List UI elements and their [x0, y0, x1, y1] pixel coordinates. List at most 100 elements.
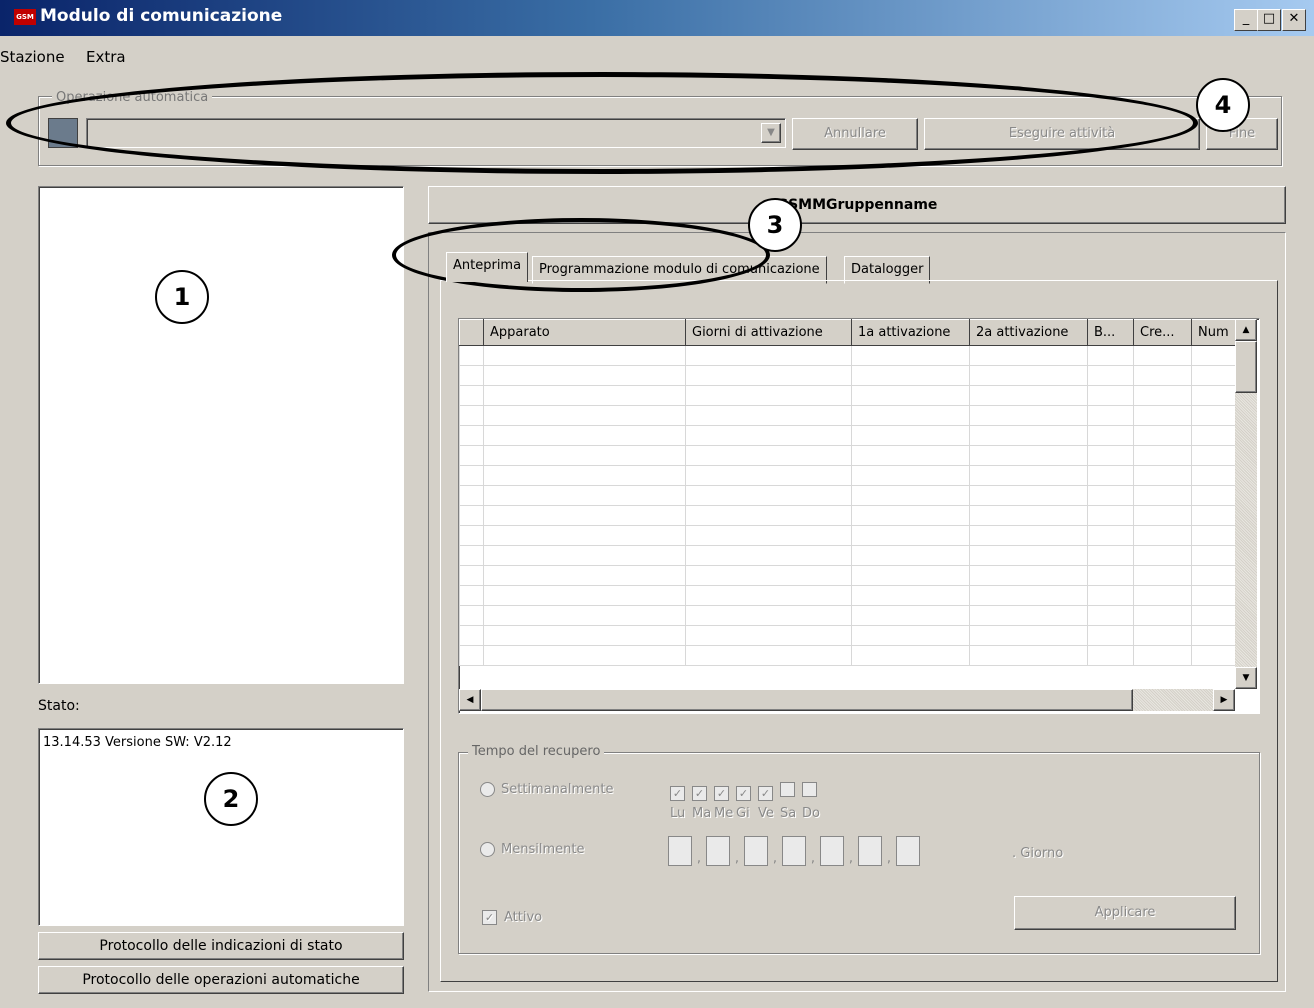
hscroll-thumb[interactable] [481, 689, 1133, 711]
table-row[interactable] [459, 505, 1235, 526]
day-checkbox-gi[interactable]: ✓ [736, 786, 751, 801]
close-button[interactable]: ✕ [1282, 9, 1306, 31]
scroll-thumb[interactable] [1235, 341, 1257, 393]
table-cell[interactable] [483, 565, 686, 586]
table-cell[interactable] [1133, 625, 1192, 646]
table-cell[interactable] [1087, 565, 1134, 586]
table-cell[interactable] [685, 365, 852, 386]
table-cell[interactable] [1191, 525, 1235, 546]
table-cell[interactable] [969, 565, 1088, 586]
table-cell[interactable] [851, 425, 970, 446]
day-checkbox-sa[interactable] [780, 782, 795, 797]
table-cell[interactable] [1133, 445, 1192, 466]
table-cell[interactable] [1133, 645, 1192, 666]
table-cell[interactable] [1087, 385, 1134, 406]
table-cell[interactable] [685, 405, 852, 426]
table-cell[interactable] [969, 445, 1088, 466]
table-cell[interactable] [1191, 345, 1235, 366]
column-header[interactable]: B... [1087, 319, 1134, 346]
day-checkbox-do[interactable] [802, 782, 817, 797]
table-cell[interactable] [969, 525, 1088, 546]
table-cell[interactable] [969, 485, 1088, 506]
table-cell[interactable] [483, 345, 686, 366]
table-cell[interactable] [1087, 445, 1134, 466]
table-cell[interactable] [1087, 465, 1134, 486]
table-cell[interactable] [685, 525, 852, 546]
station-list[interactable] [38, 186, 404, 684]
vertical-scrollbar[interactable]: ▲ ▼ [1235, 319, 1257, 689]
table-cell[interactable] [1191, 545, 1235, 566]
month-day-input[interactable] [706, 836, 730, 866]
table-cell[interactable] [459, 525, 484, 546]
table-cell[interactable] [1191, 425, 1235, 446]
table-cell[interactable] [459, 445, 484, 466]
task-dropdown[interactable]: ▼ [86, 118, 786, 148]
table-cell[interactable] [483, 585, 686, 606]
table-row[interactable] [459, 385, 1235, 406]
table-cell[interactable] [969, 465, 1088, 486]
scroll-up-icon[interactable]: ▲ [1235, 319, 1257, 341]
table-row[interactable] [459, 645, 1235, 666]
weekly-radio[interactable]: Settimanalmente [480, 782, 614, 797]
table-cell[interactable] [483, 405, 686, 426]
table-cell[interactable] [1133, 365, 1192, 386]
table-cell[interactable] [459, 545, 484, 566]
menu-extra[interactable]: Extra [86, 44, 126, 70]
table-cell[interactable] [1133, 405, 1192, 426]
table-cell[interactable] [1133, 585, 1192, 606]
table-cell[interactable] [1191, 505, 1235, 526]
table-cell[interactable] [483, 385, 686, 406]
table-cell[interactable] [1133, 485, 1192, 506]
table-cell[interactable] [459, 625, 484, 646]
table-row[interactable] [459, 545, 1235, 566]
table-cell[interactable] [1133, 605, 1192, 626]
table-cell[interactable] [851, 405, 970, 426]
table-cell[interactable] [969, 405, 1088, 426]
table-row[interactable] [459, 445, 1235, 466]
table-cell[interactable] [1133, 505, 1192, 526]
table-cell[interactable] [459, 645, 484, 666]
table-row[interactable] [459, 425, 1235, 446]
table-cell[interactable] [969, 385, 1088, 406]
table-cell[interactable] [1191, 485, 1235, 506]
scroll-left-icon[interactable]: ◀ [459, 689, 481, 711]
column-header[interactable]: 2a attivazione [969, 319, 1088, 346]
column-header[interactable]: Num [1191, 319, 1235, 346]
column-header[interactable] [459, 319, 484, 346]
table-cell[interactable] [851, 485, 970, 506]
table-cell[interactable] [851, 505, 970, 526]
preview-grid[interactable]: Apparato Giorni di attivazione 1a attivazi… [458, 318, 1260, 714]
table-cell[interactable] [685, 605, 852, 626]
table-cell[interactable] [685, 585, 852, 606]
table-cell[interactable] [969, 365, 1088, 386]
table-cell[interactable] [1087, 485, 1134, 506]
table-cell[interactable] [1191, 365, 1235, 386]
table-cell[interactable] [1087, 605, 1134, 626]
table-row[interactable] [459, 565, 1235, 586]
table-cell[interactable] [1191, 645, 1235, 666]
table-cell[interactable] [459, 345, 484, 366]
table-row[interactable] [459, 525, 1235, 546]
table-cell[interactable] [1191, 605, 1235, 626]
table-cell[interactable] [685, 625, 852, 646]
table-cell[interactable] [851, 605, 970, 626]
table-cell[interactable] [851, 565, 970, 586]
table-cell[interactable] [685, 545, 852, 566]
table-cell[interactable] [969, 345, 1088, 366]
table-cell[interactable] [459, 425, 484, 446]
month-day-input[interactable] [858, 836, 882, 866]
day-checkbox-me[interactable]: ✓ [714, 786, 729, 801]
table-cell[interactable] [1191, 445, 1235, 466]
table-cell[interactable] [1087, 525, 1134, 546]
column-header[interactable]: Apparato [483, 319, 686, 346]
month-day-input[interactable] [896, 836, 920, 866]
table-cell[interactable] [483, 525, 686, 546]
table-cell[interactable] [1087, 625, 1134, 646]
table-cell[interactable] [1087, 405, 1134, 426]
table-cell[interactable] [969, 505, 1088, 526]
table-cell[interactable] [685, 345, 852, 366]
table-cell[interactable] [1087, 425, 1134, 446]
table-cell[interactable] [685, 645, 852, 666]
minimize-button[interactable]: _ [1234, 9, 1258, 31]
table-cell[interactable] [1087, 365, 1134, 386]
